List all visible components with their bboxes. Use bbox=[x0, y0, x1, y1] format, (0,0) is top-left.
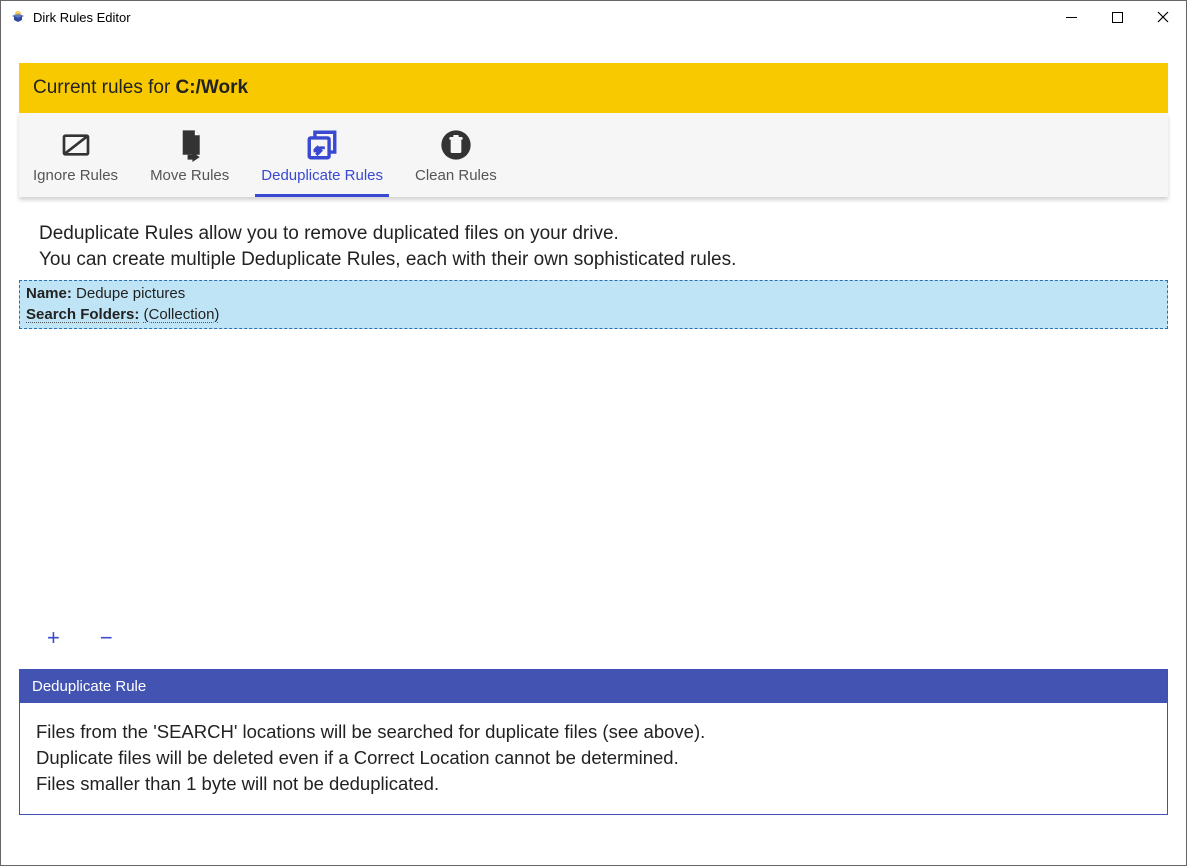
banner: Current rules for C:/Work bbox=[19, 63, 1168, 113]
desc-line: You can create multiple Deduplicate Rule… bbox=[39, 247, 1148, 273]
tab-ignore-rules[interactable]: Ignore Rules bbox=[27, 127, 124, 197]
banner-path: C:/Work bbox=[176, 77, 248, 98]
tab-deduplicate-rules[interactable]: Deduplicate Rules bbox=[255, 127, 389, 197]
tab-label: Ignore Rules bbox=[33, 167, 118, 184]
maximize-button[interactable] bbox=[1094, 1, 1140, 33]
rule-list-item[interactable]: Name: Dedupe pictures Search Folders: (C… bbox=[19, 280, 1168, 329]
minimize-button[interactable] bbox=[1048, 1, 1094, 33]
panel-line: Duplicate files will be deleted even if … bbox=[36, 745, 1151, 771]
tab-move-rules[interactable]: Move Rules bbox=[144, 127, 235, 197]
tab-label: Move Rules bbox=[150, 167, 229, 184]
list-controls: + − bbox=[19, 627, 1168, 649]
panel-line: Files from the 'SEARCH' locations will b… bbox=[36, 719, 1151, 745]
clean-icon bbox=[436, 127, 476, 163]
tab-description: Deduplicate Rules allow you to remove du… bbox=[19, 197, 1168, 280]
rule-list-empty-space bbox=[19, 329, 1168, 619]
rule-list: Name: Dedupe pictures Search Folders: (C… bbox=[19, 280, 1168, 329]
tab-clean-rules[interactable]: Clean Rules bbox=[409, 127, 503, 197]
panel-body: Files from the 'SEARCH' locations will b… bbox=[20, 703, 1167, 815]
ignore-icon bbox=[56, 127, 96, 163]
tabbar: Ignore Rules Move Rules bbox=[19, 113, 1168, 197]
remove-rule-button[interactable]: − bbox=[100, 627, 113, 649]
titlebar: Dirk Rules Editor bbox=[1, 1, 1186, 33]
rule-search-value: (Collection) bbox=[144, 306, 220, 323]
tab-label: Clean Rules bbox=[415, 167, 497, 184]
deduplicate-icon bbox=[302, 127, 342, 163]
app-icon bbox=[9, 8, 27, 26]
details-panel: Deduplicate Rule Files from the 'SEARCH'… bbox=[19, 669, 1168, 816]
desc-line: Deduplicate Rules allow you to remove du… bbox=[39, 221, 1148, 247]
close-button[interactable] bbox=[1140, 1, 1186, 33]
content-area: Current rules for C:/Work Ignore Rules M… bbox=[1, 63, 1186, 833]
tab-label: Deduplicate Rules bbox=[261, 167, 383, 184]
move-icon bbox=[170, 127, 210, 163]
panel-header: Deduplicate Rule bbox=[20, 670, 1167, 703]
add-rule-button[interactable]: + bbox=[47, 627, 60, 649]
rule-name-value: Dedupe pictures bbox=[76, 285, 185, 302]
rule-search-row: Search Folders: (Collection) bbox=[26, 305, 1161, 325]
rule-search-label: Search Folders: bbox=[26, 306, 139, 323]
rule-name-row: Name: Dedupe pictures bbox=[26, 284, 1161, 304]
panel-line: Files smaller than 1 byte will not be de… bbox=[36, 771, 1151, 797]
window-title: Dirk Rules Editor bbox=[33, 10, 131, 25]
rule-name-label: Name: bbox=[26, 285, 72, 302]
banner-prefix: Current rules for bbox=[33, 77, 176, 98]
